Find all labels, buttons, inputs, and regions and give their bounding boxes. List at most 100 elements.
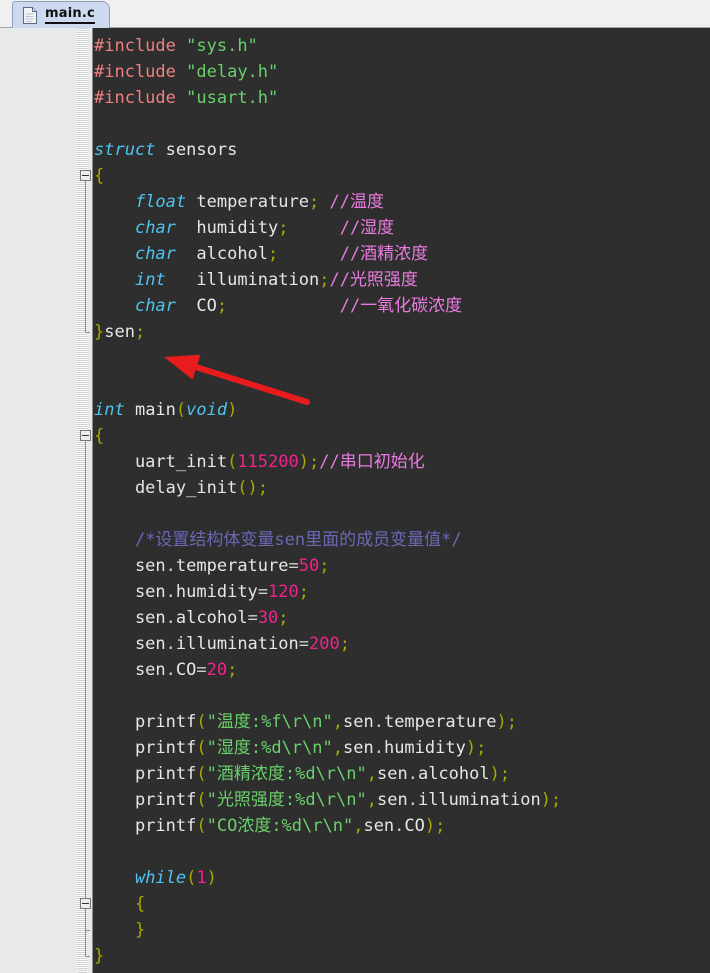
code-token-str: "湿度:%d\r\n" bbox=[206, 738, 333, 758]
code-line[interactable] bbox=[94, 683, 104, 709]
code-token-id: alcohol bbox=[175, 244, 269, 264]
code-token-op: . bbox=[165, 660, 176, 680]
code-token-str: "delay.h" bbox=[186, 62, 279, 82]
code-line[interactable]: char CO; //一氧化碳浓度 bbox=[94, 293, 462, 319]
code-token-id bbox=[94, 192, 135, 212]
code-token-num: 30 bbox=[257, 608, 279, 628]
code-token-id: temperature bbox=[186, 192, 309, 212]
code-token-num: 1 bbox=[196, 868, 207, 888]
code-token-kw: char bbox=[134, 296, 176, 316]
code-line[interactable]: sen.illumination=200; bbox=[94, 631, 350, 657]
fold-toggle-icon[interactable] bbox=[80, 898, 91, 909]
code-line[interactable]: char alcohol; //酒精浓度 bbox=[94, 241, 428, 267]
code-token-kw: int bbox=[94, 400, 125, 420]
fold-range-line bbox=[85, 181, 86, 332]
code-token-id: printf bbox=[94, 712, 197, 732]
code-line[interactable]: }sen; bbox=[94, 319, 145, 345]
code-line[interactable]: char humidity; //湿度 bbox=[94, 215, 394, 241]
code-line[interactable]: #include "delay.h" bbox=[94, 59, 278, 85]
code-token-op: . bbox=[165, 556, 176, 576]
code-line[interactable]: sen.alcohol=30; bbox=[94, 605, 289, 631]
code-line[interactable]: uart_init(115200);//串口初始化 bbox=[94, 449, 425, 475]
code-token-id: illumination bbox=[417, 790, 541, 810]
code-token-id: humidity bbox=[175, 582, 258, 602]
code-token-id bbox=[227, 296, 340, 316]
code-line[interactable]: #include "sys.h" bbox=[94, 33, 258, 59]
code-token-id bbox=[278, 244, 339, 264]
editor-surface[interactable]: 1234567891011121314151617181920212223242… bbox=[0, 28, 710, 973]
code-token-id: sen bbox=[376, 790, 408, 810]
code-line[interactable]: float temperature; //温度 bbox=[94, 189, 384, 215]
code-token-punc: } bbox=[134, 920, 146, 940]
code-token-punc: ); bbox=[540, 790, 562, 810]
code-line[interactable]: printf("湿度:%d\r\n",sen.humidity); bbox=[94, 735, 486, 761]
code-line[interactable]: { bbox=[94, 163, 104, 189]
code-token-id bbox=[94, 244, 135, 264]
code-token-punc: ; bbox=[319, 270, 330, 290]
code-token-punc: ; bbox=[227, 660, 238, 680]
code-line[interactable]: printf("酒精浓度:%d\r\n",sen.alcohol); bbox=[94, 761, 510, 787]
code-token-punc: (); bbox=[237, 478, 269, 498]
code-text-area[interactable]: #include "sys.h" #include "delay.h" #inclu… bbox=[94, 28, 710, 973]
code-line[interactable]: #include "usart.h" bbox=[94, 85, 278, 111]
code-line[interactable]: } bbox=[94, 917, 145, 943]
code-token-punc: } bbox=[94, 946, 105, 966]
code-line[interactable]: while(1) bbox=[94, 865, 217, 891]
code-line[interactable]: struct sensors bbox=[94, 137, 237, 163]
code-token-punc: { bbox=[94, 426, 105, 446]
code-token-kw: struct bbox=[94, 140, 156, 160]
code-token-str: "sys.h" bbox=[186, 36, 258, 56]
code-token-id: uart_init bbox=[94, 452, 228, 472]
code-token-cmt: //酒精浓度 bbox=[339, 244, 429, 264]
code-line[interactable]: sen.CO=20; bbox=[94, 657, 237, 683]
code-token-id: humidity bbox=[383, 738, 466, 758]
line-number-gutter bbox=[0, 28, 78, 973]
fold-toggle-icon[interactable] bbox=[80, 170, 91, 181]
code-token-id: CO bbox=[175, 296, 217, 316]
code-line[interactable] bbox=[94, 501, 104, 527]
code-line[interactable]: } bbox=[94, 943, 104, 969]
code-token-op: . bbox=[373, 712, 384, 732]
code-token-id: sen bbox=[94, 582, 166, 602]
document-icon bbox=[23, 6, 37, 24]
code-token-punc: ; bbox=[268, 244, 279, 264]
code-token-op: = bbox=[288, 556, 299, 576]
code-line[interactable]: int main(void) bbox=[94, 397, 237, 423]
code-token-num: 115200 bbox=[237, 452, 299, 472]
code-token-punc: ( bbox=[196, 816, 207, 836]
code-line[interactable] bbox=[94, 345, 104, 371]
code-token-id: alcohol bbox=[417, 764, 490, 784]
code-line[interactable]: delay_init(); bbox=[94, 475, 268, 501]
code-line[interactable]: printf("光照强度:%d\r\n",sen.illumination); bbox=[94, 787, 561, 813]
code-line[interactable]: { bbox=[94, 423, 104, 449]
code-token-punc: ; bbox=[216, 296, 228, 316]
code-line[interactable]: sen.temperature=50; bbox=[94, 553, 330, 579]
code-token-id: printf bbox=[94, 738, 197, 758]
code-token-id: sen bbox=[376, 764, 408, 784]
fold-toggle-icon[interactable] bbox=[80, 430, 91, 441]
code-line[interactable]: { bbox=[94, 891, 145, 917]
code-token-punc: ; bbox=[319, 556, 330, 576]
code-token-id: sensors bbox=[155, 140, 238, 160]
code-token-op: . bbox=[373, 738, 384, 758]
code-token-punc: ; bbox=[298, 582, 310, 602]
code-line[interactable]: printf("CO浓度:%d\r\n",sen.CO); bbox=[94, 813, 445, 839]
code-line[interactable]: /*设置结构体变量sen里面的成员变量值*/ bbox=[94, 527, 462, 553]
tab-label: main.c bbox=[45, 6, 95, 24]
code-token-cmt: //湿度 bbox=[339, 218, 395, 238]
code-token-punc: ( bbox=[196, 738, 207, 758]
code-token-str: "usart.h" bbox=[186, 88, 279, 108]
code-token-id bbox=[94, 920, 135, 940]
code-line[interactable]: printf("温度:%f\r\n",sen.temperature); bbox=[94, 709, 517, 735]
code-token-str: "温度:%f\r\n" bbox=[206, 712, 333, 732]
tab-main-c[interactable]: main.c bbox=[12, 1, 110, 28]
code-token-punc: ; bbox=[308, 192, 320, 212]
code-line[interactable] bbox=[94, 371, 104, 397]
code-token-punc: ; bbox=[339, 634, 350, 654]
code-line[interactable]: sen.humidity=120; bbox=[94, 579, 309, 605]
code-token-id: humidity bbox=[175, 218, 279, 238]
code-line[interactable]: int illumination;//光照强度 bbox=[94, 267, 418, 293]
code-line[interactable] bbox=[94, 111, 104, 137]
code-line[interactable] bbox=[94, 839, 104, 865]
code-editor-window: main.c 123456789101112131415161718192021… bbox=[0, 0, 710, 973]
